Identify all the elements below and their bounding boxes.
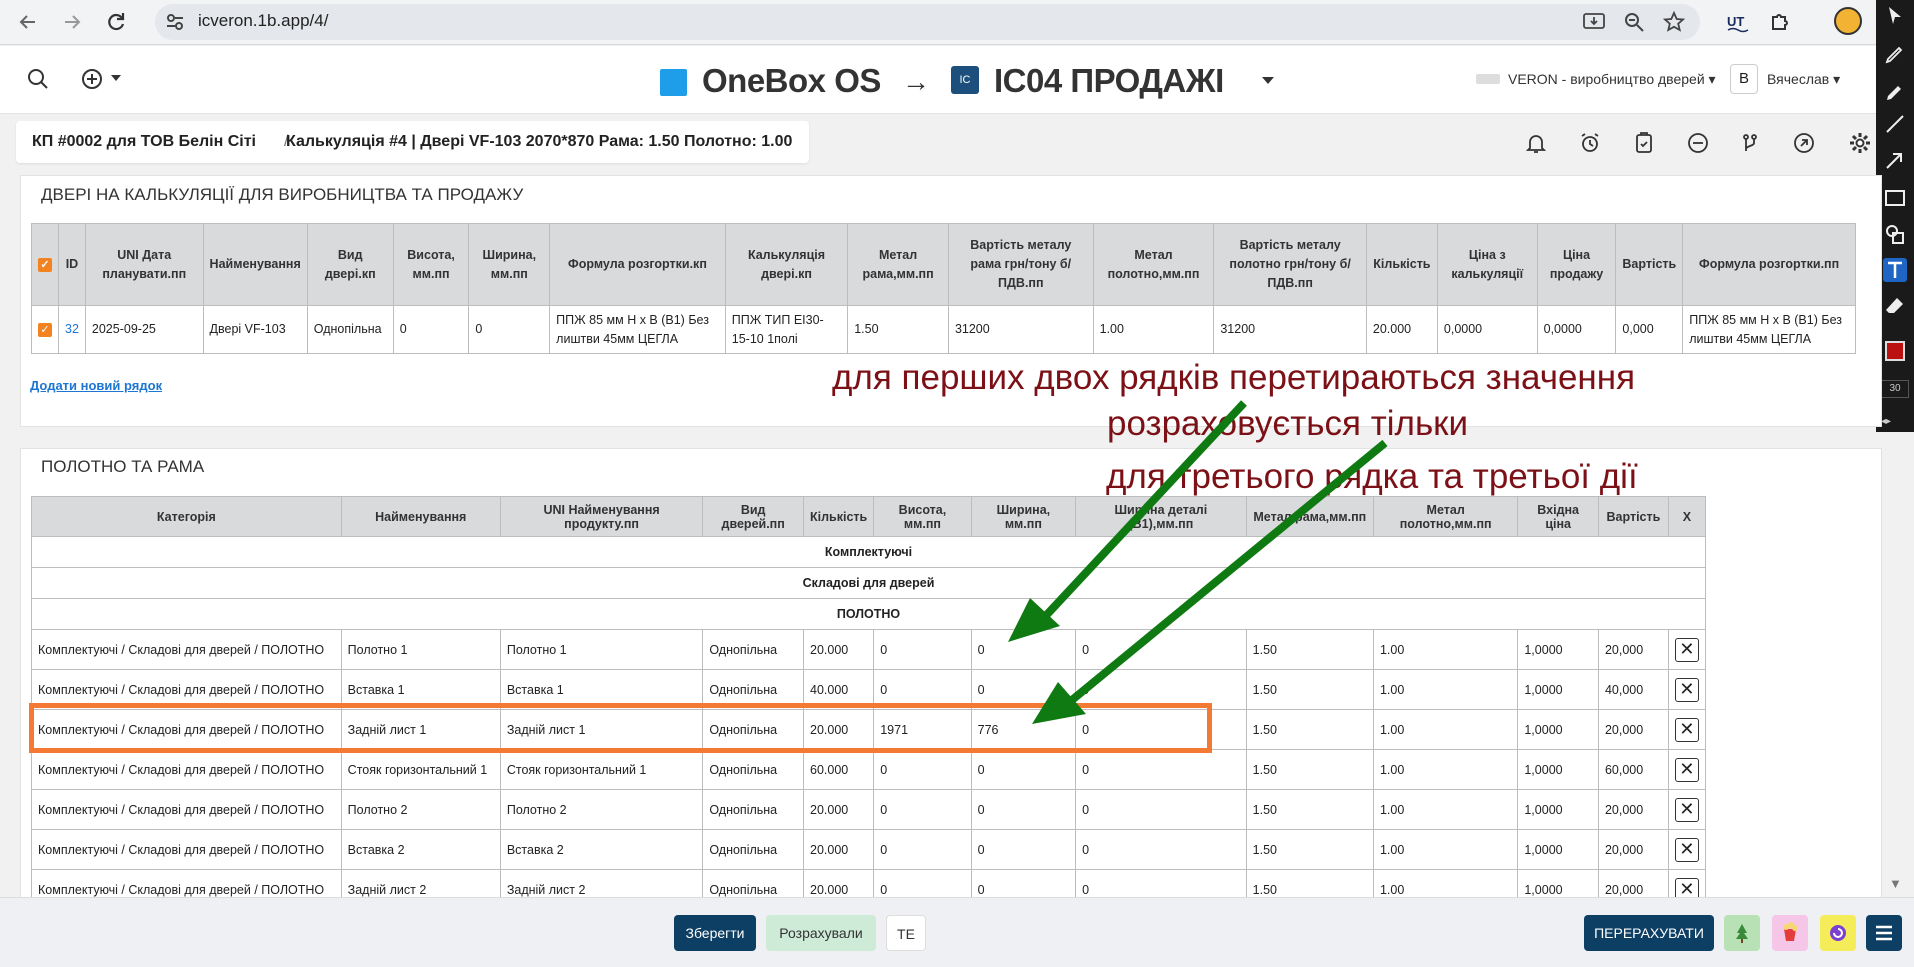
tree-icon[interactable] [1724,915,1760,951]
scroll-down-icon[interactable]: ▼ [1889,876,1902,891]
recalculate-button[interactable]: ПЕРЕРАХУВАТИ [1584,915,1714,951]
te-button[interactable]: TE [886,915,926,951]
menu-hamburger-icon[interactable] [1866,915,1902,951]
annotation-arrow-2 [1069,439,1388,704]
annotation-arrows [1008,400,1388,724]
calculated-button[interactable]: Розрахували [766,915,876,951]
spiral-icon[interactable] [1820,915,1856,951]
annotation-arrow-1 [1037,400,1247,625]
save-button[interactable]: Зберегти [674,915,756,951]
annotation-arrowhead-2 [1032,682,1086,724]
bottom-action-bar: Зберегти Розрахували TE ПЕРЕРАХУВАТИ [0,897,1914,967]
popcorn-icon[interactable] [1772,915,1808,951]
